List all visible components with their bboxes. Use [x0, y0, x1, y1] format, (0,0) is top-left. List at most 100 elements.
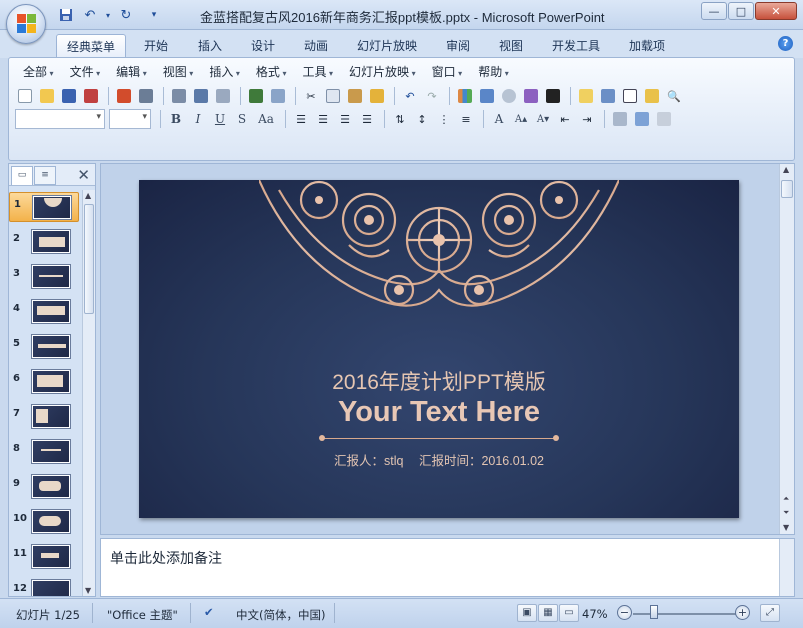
folder-icon[interactable] — [642, 86, 662, 106]
font-name-select[interactable] — [15, 109, 105, 129]
chart-icon[interactable] — [455, 86, 475, 106]
language-indicator[interactable]: 中文(简体，中国) — [236, 607, 325, 623]
open-icon[interactable] — [37, 86, 57, 106]
close-pane-icon[interactable]: ✕ — [77, 166, 90, 184]
prev-slide-icon[interactable]: ⏶ — [783, 494, 789, 504]
slide-thumb-4[interactable]: 4 — [9, 297, 79, 327]
numbering-icon[interactable]: ≡ — [456, 109, 476, 129]
copy-icon[interactable] — [323, 86, 343, 106]
scroll-down-icon[interactable]: ▼ — [783, 523, 789, 532]
attachment-icon[interactable] — [136, 86, 156, 106]
zoom-slider-thumb[interactable] — [650, 605, 658, 619]
close-button[interactable]: ✕ — [755, 2, 797, 20]
tab-insert[interactable]: 插入 — [188, 34, 232, 58]
align-center-icon[interactable]: ☰ — [313, 109, 333, 129]
picture-icon[interactable] — [521, 86, 541, 106]
quick-styles-icon[interactable] — [632, 109, 652, 129]
office-button[interactable] — [6, 4, 46, 44]
customize-qat-icon[interactable]: ▾ — [148, 6, 160, 24]
align-left-icon[interactable]: ☰ — [291, 109, 311, 129]
slide-info-line[interactable]: 汇报人：stlq 汇报时间：2016.01.02 — [139, 450, 739, 469]
indent-decrease-icon[interactable]: ⇤ — [555, 109, 575, 129]
save-icon[interactable] — [59, 86, 79, 106]
layout-icon[interactable] — [598, 86, 618, 106]
save-icon[interactable] — [56, 6, 76, 24]
menu-insert[interactable]: 插入 — [201, 62, 248, 82]
notes-placeholder[interactable]: 单击此处添加备注 — [110, 548, 222, 568]
slide-thumb-9[interactable]: 9 — [9, 472, 79, 502]
undo-icon[interactable]: ↶ — [80, 6, 100, 24]
page-setup-icon[interactable] — [213, 86, 233, 106]
decrease-font-button[interactable]: A▾ — [533, 109, 553, 129]
undo-icon[interactable]: ↶ — [400, 86, 420, 106]
tab-home[interactable]: 开始 — [134, 34, 178, 58]
thumbnails-scrollbar[interactable]: ▲ ▼ — [82, 190, 95, 596]
text-direction-icon[interactable]: ⇅ — [390, 109, 410, 129]
slide-thumb-10[interactable]: 10 — [9, 507, 79, 537]
print-icon[interactable] — [169, 86, 189, 106]
redo-icon[interactable]: ↻ — [116, 6, 136, 24]
preview-icon[interactable] — [191, 86, 211, 106]
redo-icon[interactable]: ↷ — [422, 86, 442, 106]
justify-icon[interactable]: ☰ — [357, 109, 377, 129]
menu-help[interactable]: 帮助 — [470, 62, 517, 82]
normal-view-icon[interactable]: ▣ — [517, 604, 537, 622]
slide-sorter-icon[interactable]: ▦ — [538, 604, 558, 622]
table-icon[interactable] — [477, 86, 497, 106]
tab-classic-menu[interactable]: 经典菜单 — [56, 34, 127, 58]
shadow-button[interactable]: S — [232, 109, 252, 129]
menu-file[interactable]: 文件 — [62, 62, 109, 82]
outline-tab-icon[interactable]: ≡ — [34, 166, 56, 185]
slides-tab-icon[interactable]: ▭ — [11, 166, 33, 185]
scroll-up-icon[interactable]: ▲ — [85, 191, 91, 200]
maximize-button[interactable]: □ — [728, 2, 754, 20]
tab-review[interactable]: 审阅 — [436, 34, 480, 58]
slide-thumb-8[interactable]: 8 — [9, 437, 79, 467]
menu-view[interactable]: 视图 — [155, 62, 202, 82]
clipart-icon[interactable] — [499, 86, 519, 106]
slide-headline[interactable]: Your Text Here — [139, 396, 739, 429]
slide-thumb-3[interactable]: 3 — [9, 262, 79, 292]
new-slide-icon[interactable] — [576, 86, 596, 106]
paste-icon[interactable] — [345, 86, 365, 106]
cut-icon[interactable]: ✂ — [301, 86, 321, 106]
underline-button[interactable]: U — [210, 109, 230, 129]
line-spacing-icon[interactable]: ↕ — [412, 109, 432, 129]
notes-pane[interactable]: 单击此处添加备注 — [100, 538, 795, 597]
tab-addins[interactable]: 加载项 — [619, 34, 675, 58]
shape-outline-icon[interactable] — [654, 109, 674, 129]
research-icon[interactable] — [268, 86, 288, 106]
slide-thumb-11[interactable]: 11 — [9, 542, 79, 572]
search-icon[interactable]: 🔍 — [664, 86, 684, 106]
italic-button[interactable]: I — [188, 109, 208, 129]
zoom-level[interactable]: 47% — [582, 607, 608, 621]
tab-animation[interactable]: 动画 — [294, 34, 338, 58]
increase-font-button[interactable]: A▴ — [511, 109, 531, 129]
slide-thumb-5[interactable]: 5 — [9, 332, 79, 362]
zoom-out-button[interactable]: − — [617, 605, 632, 620]
print-preview-icon[interactable] — [81, 86, 101, 106]
change-case-button[interactable]: Aa — [254, 109, 278, 129]
slide-thumb-2[interactable]: 2 — [9, 227, 79, 257]
slide-thumb-12[interactable]: 12 — [9, 577, 79, 596]
bold-button[interactable]: B — [166, 109, 186, 129]
font-color-button[interactable]: A — [489, 109, 509, 129]
shape-fill-icon[interactable] — [543, 86, 563, 106]
next-slide-icon[interactable]: ⏷ — [783, 508, 789, 518]
tab-design[interactable]: 设计 — [241, 34, 285, 58]
menu-format[interactable]: 格式 — [248, 62, 295, 82]
indent-increase-icon[interactable]: ⇥ — [577, 109, 597, 129]
slide-scrollbar[interactable]: ▲ ⏶ ⏷ ▼ — [779, 164, 794, 534]
font-size-select[interactable] — [109, 109, 151, 129]
menu-slideshow[interactable]: 幻灯片放映 — [341, 62, 424, 82]
tab-view[interactable]: 视图 — [489, 34, 533, 58]
menu-window[interactable]: 窗口 — [424, 62, 471, 82]
tab-developer[interactable]: 开发工具 — [542, 34, 610, 58]
bullets-icon[interactable]: ⋮ — [434, 109, 454, 129]
spell-check-icon[interactable]: ✔ — [204, 605, 214, 619]
slide-thumb-6[interactable]: 6 — [9, 367, 79, 397]
slideshow-view-icon[interactable]: ▭ — [559, 604, 579, 622]
minimize-button[interactable]: — — [701, 2, 727, 20]
scroll-thumb[interactable] — [84, 204, 94, 314]
permission-icon[interactable] — [114, 86, 134, 106]
